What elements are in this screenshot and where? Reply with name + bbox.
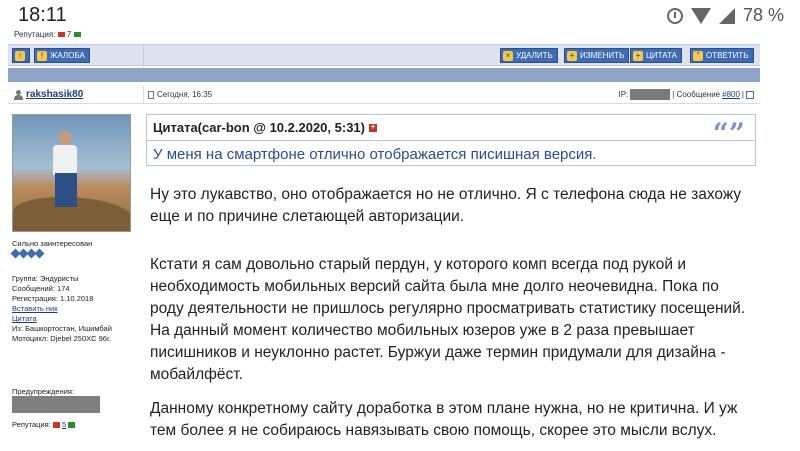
forum-page: Репутация: 7 ↑ ! ЖАЛОБА × УДАЛИТЬ + ИЗМЕ…	[0, 30, 800, 451]
post-date: Сегодня, 16:35	[148, 90, 212, 99]
battery-level: 78 %	[742, 5, 784, 25]
warnings-redacted	[12, 396, 100, 413]
reply-button[interactable]: " ОТВЕТИТЬ	[690, 48, 754, 63]
member-location: Из: Башкортостан, Ишимбай	[12, 324, 112, 333]
reputation-value[interactable]: 5	[62, 420, 66, 429]
member-group: Группа: Эндуристы	[12, 274, 79, 283]
signal-icon	[718, 7, 735, 24]
ip-redacted	[630, 89, 671, 100]
post-paragraph-3: Данному конкретному сайту доработка в эт…	[150, 400, 738, 439]
warnings-label: Предупреждения:	[12, 387, 75, 396]
quote-icon: +	[633, 50, 643, 61]
post-header: rakshasik80 Сегодня, 16:35 IP: | Сообщен…	[8, 86, 760, 104]
rank-stars	[10, 248, 45, 259]
delete-icon: ×	[503, 50, 513, 61]
complaint-button[interactable]: ! ЖАЛОБА	[34, 48, 90, 63]
status-icons: 78 %	[666, 5, 784, 26]
post-paragraph-1: Ну это лукавство, оно отображается но не…	[150, 186, 742, 225]
author-profile: Сильно заинтересован Группа: Эндуристы С…	[8, 106, 135, 451]
reputation-minus-icon[interactable]	[57, 32, 65, 38]
quote-text: У меня на смартфоне отлично отображается…	[153, 146, 597, 163]
prev-post-reputation: Репутация: 7	[14, 30, 81, 38]
document-icon	[148, 90, 154, 99]
quote-button[interactable]: + ЦИТАТА	[630, 48, 682, 63]
status-bar: 18:11 78 %	[0, 0, 800, 30]
post-meta: IP: | Сообщение #800 |	[619, 89, 754, 100]
member-registration: Регистрация: 1.10.2018	[12, 294, 94, 303]
post-number-link[interactable]: #800	[722, 90, 740, 99]
member-reputation: Репутация: 5	[12, 420, 76, 429]
quote-link[interactable]: Цитата	[12, 314, 37, 323]
reputation-value[interactable]: 7	[67, 30, 71, 38]
post-separator-bar	[8, 68, 760, 82]
reputation-minus-icon[interactable]	[52, 422, 60, 429]
select-post-checkbox[interactable]	[746, 90, 754, 99]
user-icon	[14, 89, 23, 100]
quote-block: Цитата(car-bon @ 10.2.2020, 5:31) + “” У…	[146, 114, 756, 166]
clock: 18:11	[18, 4, 67, 26]
insert-nick-link[interactable]: Вставить ник	[12, 304, 58, 313]
post-paragraph-2: Кстати я сам довольно старый пердун, у к…	[150, 256, 746, 383]
post-action-bar: ↑ ! ЖАЛОБА × УДАЛИТЬ + ИЗМЕНИТЬ + ЦИТАТА…	[8, 44, 760, 67]
expand-quote-icon[interactable]: +	[369, 123, 377, 132]
member-messages: Сообщений: 174	[12, 284, 70, 293]
delete-button[interactable]: × УДАЛИТЬ	[500, 48, 558, 63]
reputation-plus-icon[interactable]	[68, 422, 76, 429]
reply-icon: "	[693, 50, 703, 61]
reputation-plus-icon[interactable]	[73, 32, 81, 38]
arrow-up-icon: ↑	[15, 50, 25, 61]
edit-icon: +	[567, 50, 577, 61]
member-rank: Сильно заинтересован	[12, 239, 93, 248]
star-icon	[34, 248, 45, 259]
scroll-top-button[interactable]: ↑	[12, 48, 30, 63]
quote-marks-icon: “”	[712, 117, 745, 150]
avatar	[12, 114, 131, 232]
member-bike: Мотоцикл: Djebel 250XC 96г.	[12, 334, 111, 343]
post-author[interactable]: rakshasik80	[14, 89, 83, 100]
post-content: Цитата(car-bon @ 10.2.2020, 5:31) + “” У…	[146, 108, 756, 451]
alarm-icon	[666, 7, 683, 24]
edit-button[interactable]: + ИЗМЕНИТЬ	[564, 48, 630, 63]
quote-header: Цитата(car-bon @ 10.2.2020, 5:31) +	[153, 120, 377, 135]
wifi-icon	[690, 7, 711, 24]
warning-icon: !	[37, 50, 47, 61]
